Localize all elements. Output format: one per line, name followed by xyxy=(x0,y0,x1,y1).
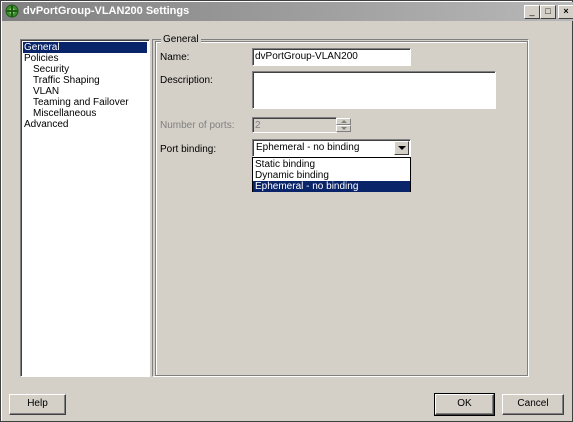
close-button[interactable]: × xyxy=(558,5,573,19)
spinner-down-arrow-icon xyxy=(336,125,351,132)
number-of-ports-label: Number of ports: xyxy=(160,120,235,131)
window-title: dvPortGroup-VLAN200 Settings xyxy=(23,5,190,17)
option-ephemeral-no-binding[interactable]: Ephemeral - no binding xyxy=(253,181,410,192)
name-label: Name: xyxy=(160,52,190,63)
title-bar[interactable]: dvPortGroup-VLAN200 Settings _ □ × xyxy=(2,2,573,21)
maximize-button[interactable]: □ xyxy=(540,5,556,19)
spinner-up-arrow-icon xyxy=(336,118,351,125)
nav-item-vlan[interactable]: VLAN xyxy=(32,86,60,97)
cancel-button[interactable]: Cancel xyxy=(502,394,564,415)
minimize-button[interactable]: _ xyxy=(524,5,540,19)
port-binding-select[interactable]: Ephemeral - no binding xyxy=(252,139,411,157)
settings-nav-tree: General Policies Security Traffic Shapin… xyxy=(20,39,150,377)
nav-item-policies[interactable]: Policies xyxy=(23,53,59,64)
port-binding-dropdown-list: Static binding Dynamic binding Ephemeral… xyxy=(252,157,411,192)
settings-dialog: dvPortGroup-VLAN200 Settings _ □ × Gener… xyxy=(0,0,573,422)
port-binding-value: Ephemeral - no binding xyxy=(256,142,360,153)
option-dynamic-binding[interactable]: Dynamic binding xyxy=(253,170,410,181)
chevron-down-icon[interactable] xyxy=(394,141,409,155)
nav-item-teaming-failover[interactable]: Teaming and Failover xyxy=(32,97,130,108)
description-label: Description: xyxy=(160,75,213,86)
nav-item-traffic-shaping[interactable]: Traffic Shaping xyxy=(32,75,101,86)
help-button[interactable]: Help xyxy=(9,394,66,415)
nav-item-miscellaneous[interactable]: Miscellaneous xyxy=(32,108,97,119)
nav-item-general[interactable]: General xyxy=(23,42,147,53)
port-binding-label: Port binding: xyxy=(160,144,217,155)
vsphere-app-icon xyxy=(5,4,19,18)
option-static-binding[interactable]: Static binding xyxy=(253,159,410,170)
name-input[interactable]: dvPortGroup-VLAN200 xyxy=(252,48,411,66)
ok-button[interactable]: OK xyxy=(434,393,495,416)
description-input[interactable] xyxy=(252,71,496,109)
general-group-title: General xyxy=(161,34,201,45)
nav-item-advanced[interactable]: Advanced xyxy=(23,119,69,130)
number-of-ports-input: 2 xyxy=(252,117,337,133)
nav-item-security[interactable]: Security xyxy=(32,64,70,75)
number-of-ports-spinner xyxy=(336,117,352,133)
